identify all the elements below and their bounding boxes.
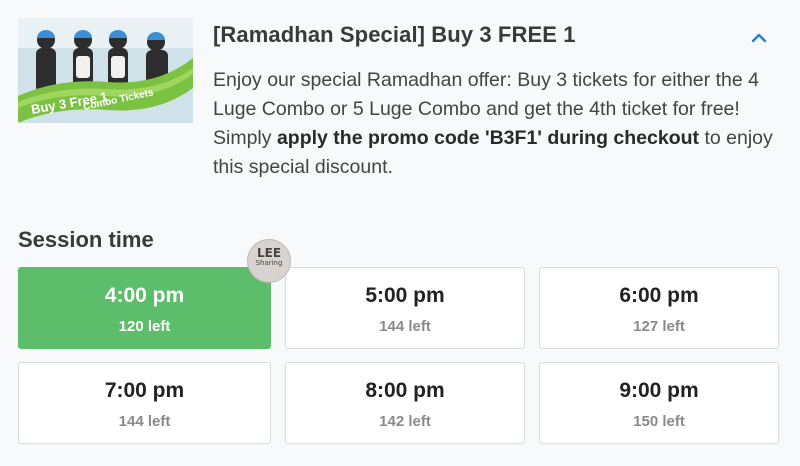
- promo-title: [Ramadhan Special] Buy 3 FREE 1: [213, 22, 576, 47]
- promo-thumbnail: Buy 3 Free 1 Combo Tickets: [18, 18, 193, 123]
- session-slot-8pm[interactable]: 8:00 pm 142 left: [285, 362, 525, 444]
- slot-availability: 142 left: [379, 413, 431, 430]
- watermark-line1: LEE: [256, 246, 282, 260]
- slot-availability: 150 left: [633, 413, 685, 430]
- session-time-heading: Session time: [18, 227, 154, 252]
- watermark-line2: Sharing: [255, 259, 283, 267]
- session-slot-6pm[interactable]: 6:00 pm 127 left: [539, 267, 779, 349]
- promo-code-instruction: apply the promo code 'B3F1': [276, 127, 542, 149]
- slot-availability: 144 left: [118, 413, 171, 430]
- session-slot-5pm[interactable]: 5:00 pm 144 left: [285, 267, 525, 349]
- slot-availability: 127 left: [633, 318, 685, 335]
- slot-time: 5:00 pm: [365, 284, 445, 307]
- slot-time: 9:00 pm: [619, 379, 699, 402]
- chevron-up-icon[interactable]: [747, 26, 771, 50]
- slot-time: 6:00 pm: [619, 284, 699, 307]
- promo-description: Enjoy our special Ramadhan offer: Buy 3 …: [213, 66, 778, 182]
- slot-time: 7:00 pm: [104, 379, 185, 402]
- promo-checkout-instruction: during checkout: [547, 127, 700, 149]
- promo-image: Buy 3 Free 1 Combo Tickets: [18, 18, 193, 123]
- slot-availability: 144 left: [379, 318, 431, 335]
- session-slot-9pm[interactable]: 9:00 pm 150 left: [539, 362, 779, 444]
- slot-time: 4:00 pm: [104, 284, 185, 307]
- promo-card: Buy 3 Free 1 Combo Tickets [Ramadhan Spe…: [18, 14, 782, 194]
- session-slot-4pm[interactable]: 4:00 pm 120 left: [18, 267, 271, 349]
- watermark-badge: LEE Sharing: [247, 239, 291, 283]
- slot-time: 8:00 pm: [365, 379, 445, 402]
- session-slot-7pm[interactable]: 7:00 pm 144 left: [18, 362, 271, 444]
- slot-availability: 120 left: [118, 318, 171, 335]
